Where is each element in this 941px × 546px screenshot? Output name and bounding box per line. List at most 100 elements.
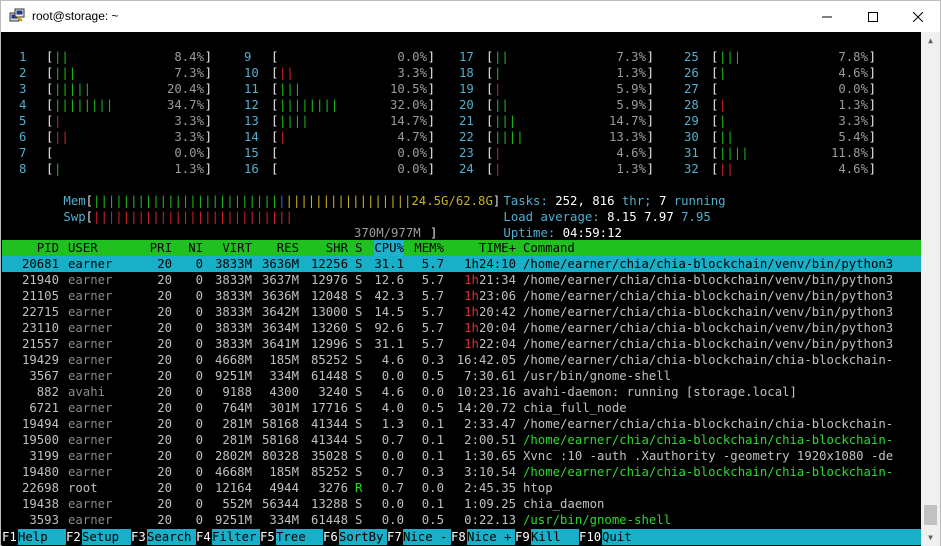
process-row[interactable]: 3593 earner 20 0 9251M 334M 61448 S 0.0 0.5 0:22.1… <box>2 512 921 528</box>
cpu-bar: | <box>54 114 62 128</box>
process-row[interactable]: 20681 earner 20 0 3833M 3636M 12256 S 31.1 5.7 1h2… <box>2 256 921 272</box>
fkey-f6[interactable]: F6 <box>323 529 338 545</box>
fkey-f1[interactable]: F1 <box>2 529 17 545</box>
fkey-f4[interactable]: F4 <box>196 529 211 545</box>
minimize-button[interactable] <box>804 1 850 32</box>
process-state: S <box>355 449 363 463</box>
fkey-f9[interactable]: F9 <box>515 529 530 545</box>
process-row[interactable]: 19494 earner 20 0 281M 58168 41344 S 1.3 0.1 2:33.… <box>2 416 921 432</box>
process-ni: 0 <box>195 369 203 383</box>
process-virt: 3833M <box>214 305 252 319</box>
htop-terminal[interactable]: 1[|| 8.4%] 2[||| 7.3%] 3[||||| 20.4%] 4[||||||… <box>2 32 921 546</box>
cpu-bar-bracket: ] <box>204 146 212 160</box>
cpu-percent: 1.3% <box>616 162 646 176</box>
fkey-f2[interactable]: F2 <box>66 529 81 545</box>
process-mem: 0.5 <box>421 401 444 415</box>
process-row[interactable]: 21940 earner 20 0 3833M 3637M 12976 S 12.6 5.7 1h2… <box>2 272 921 288</box>
process-row[interactable]: 882 avahi 20 0 9188 4300 3240 S 4.6 0.0 10:23.16 av… <box>2 384 921 400</box>
process-row[interactable]: 19429 earner 20 0 4668M 185M 85252 S 4.6 0.3 16:42… <box>2 352 921 368</box>
cpu-meter-23: 23 [| 4.6%] <box>459 145 654 161</box>
cpu-percent: 4.6% <box>838 66 868 80</box>
process-time: 1h20:42 <box>464 304 516 320</box>
column-header-mem[interactable]: MEM% <box>414 240 444 256</box>
cpu-percent: 5.9% <box>616 98 646 112</box>
cpu-bar-bracket: [ <box>711 50 719 64</box>
cpu-bar-bracket: ] <box>427 82 435 96</box>
putty-icon <box>9 8 25 24</box>
column-header-ni[interactable]: NI <box>188 240 203 256</box>
cpu-meter-31: 31 [|||| 11.8%] <box>684 145 876 161</box>
close-button[interactable] <box>895 1 941 32</box>
column-header-virt[interactable]: VIRT <box>222 240 252 256</box>
column-header-user[interactable]: USER <box>68 240 98 256</box>
fkey-sortby-button[interactable]: SortBy <box>339 529 387 545</box>
cpu-bar-bracket: ] <box>868 114 876 128</box>
fkey-nice-button[interactable]: Nice + <box>467 529 515 545</box>
process-ni: 0 <box>195 465 203 479</box>
process-row[interactable]: 21105 earner 20 0 3833M 3636M 12048 S 42.3 5.7 1h2… <box>2 288 921 304</box>
process-user: earner <box>68 417 113 431</box>
process-command: chia_full_node <box>523 401 627 415</box>
column-header-command[interactable]: Command <box>523 240 575 256</box>
process-time: 1:30.65 <box>464 448 516 464</box>
fkey-f10[interactable]: F10 <box>579 529 602 545</box>
column-header-time[interactable]: TIME+ <box>479 240 516 256</box>
cpu-bar-bracket: ] <box>646 130 654 144</box>
column-header-cpu[interactable]: CPU% <box>374 240 404 256</box>
maximize-button[interactable] <box>850 1 896 32</box>
cpu-number: 27 <box>684 82 699 96</box>
column-header-s[interactable]: S <box>355 240 362 256</box>
process-row[interactable]: 22698 root 20 0 12164 4944 3276 R 0.7 0.0 2:45.35 h… <box>2 480 921 496</box>
cpu-percent: 1.3% <box>838 98 868 112</box>
vertical-scrollbar[interactable]: ▲ ▼ <box>921 32 940 546</box>
fkey-f7[interactable]: F7 <box>387 529 402 545</box>
process-table-header[interactable]: PID USER PRI NI VIRT RES SHR S CPU% MEM% TIME+ Comm… <box>2 240 921 256</box>
process-row[interactable]: 22715 earner 20 0 3833M 3642M 13000 S 14.5 5.7 1h2… <box>2 304 921 320</box>
process-row[interactable]: 19480 earner 20 0 4668M 185M 85252 S 0.7 0.3 3:10.… <box>2 464 921 480</box>
fkey-f3[interactable]: F3 <box>131 529 146 545</box>
process-pri: 20 <box>157 257 172 271</box>
process-row[interactable]: 23110 earner 20 0 3833M 3634M 13260 S 92.6 5.7 1h2… <box>2 320 921 336</box>
column-header-res[interactable]: RES <box>277 240 299 256</box>
column-header-shr[interactable]: SHR <box>326 240 348 256</box>
cpu-bar: || <box>279 66 294 80</box>
fkey-kill-button[interactable]: Kill <box>531 529 579 545</box>
fkey-filter-button[interactable]: Filter <box>212 529 260 545</box>
process-row[interactable]: 21557 earner 20 0 3833M 3641M 12996 S 31.1 5.7 1h2… <box>2 336 921 352</box>
fkey-quit-button[interactable]: Quit <box>602 529 921 545</box>
cpu-bar-bracket: ] <box>868 50 876 64</box>
process-command: /home/earner/chia/chia-blockchain/chia-b… <box>523 433 894 447</box>
process-command: /home/earner/chia/chia-blockchain/venv/b… <box>523 305 894 319</box>
process-pid: 19500 <box>21 433 59 447</box>
fkey-f8[interactable]: F8 <box>451 529 466 545</box>
process-row[interactable]: 19500 earner 20 0 281M 58168 41344 S 0.7 0.1 2:00.… <box>2 432 921 448</box>
scroll-down-arrow-icon[interactable]: ▼ <box>921 529 940 546</box>
scroll-thumb[interactable] <box>924 505 937 525</box>
cpu-bar: ||| <box>719 50 742 64</box>
column-header-pid[interactable]: PID <box>37 240 59 256</box>
fkey-tree-button[interactable]: Tree <box>276 529 324 545</box>
process-user: earner <box>68 433 113 447</box>
fkey-help-button[interactable]: Help <box>18 529 66 545</box>
cpu-meter-25: 25 [||| 7.8%] <box>684 49 876 65</box>
scroll-up-arrow-icon[interactable]: ▲ <box>921 32 940 49</box>
process-row[interactable]: 3567 earner 20 0 9251M 334M 61448 S 0.0 0.5 7:30.6… <box>2 368 921 384</box>
process-pid: 23110 <box>21 321 59 335</box>
fkey-setup-button[interactable]: Setup <box>82 529 132 545</box>
cpu-bar-bracket: ] <box>427 98 435 112</box>
process-row[interactable]: 3199 earner 20 0 2802M 80328 35028 S 0.0 0.1 1:30.… <box>2 448 921 464</box>
cpu-number: 14 <box>244 130 259 144</box>
process-cpu: 0.7 <box>381 481 404 495</box>
process-ni: 0 <box>195 497 203 511</box>
process-command: /usr/bin/gnome-shell <box>523 369 672 383</box>
process-pid: 882 <box>36 385 59 399</box>
column-header-pri[interactable]: PRI <box>150 240 172 256</box>
process-row[interactable]: 19438 earner 20 0 552M 56344 13288 S 0.0 0.1 1:09.… <box>2 496 921 512</box>
fkey-search-button[interactable]: Search <box>147 529 197 545</box>
process-mem: 5.7 <box>421 273 444 287</box>
fkey-f5[interactable]: F5 <box>260 529 275 545</box>
title-bar[interactable]: root@storage: ~ <box>1 1 940 32</box>
process-state: S <box>355 433 363 447</box>
process-row[interactable]: 6721 earner 20 0 764M 301M 17716 S 4.0 0.5 14:20.7… <box>2 400 921 416</box>
fkey-nice-button[interactable]: Nice - <box>403 529 451 545</box>
